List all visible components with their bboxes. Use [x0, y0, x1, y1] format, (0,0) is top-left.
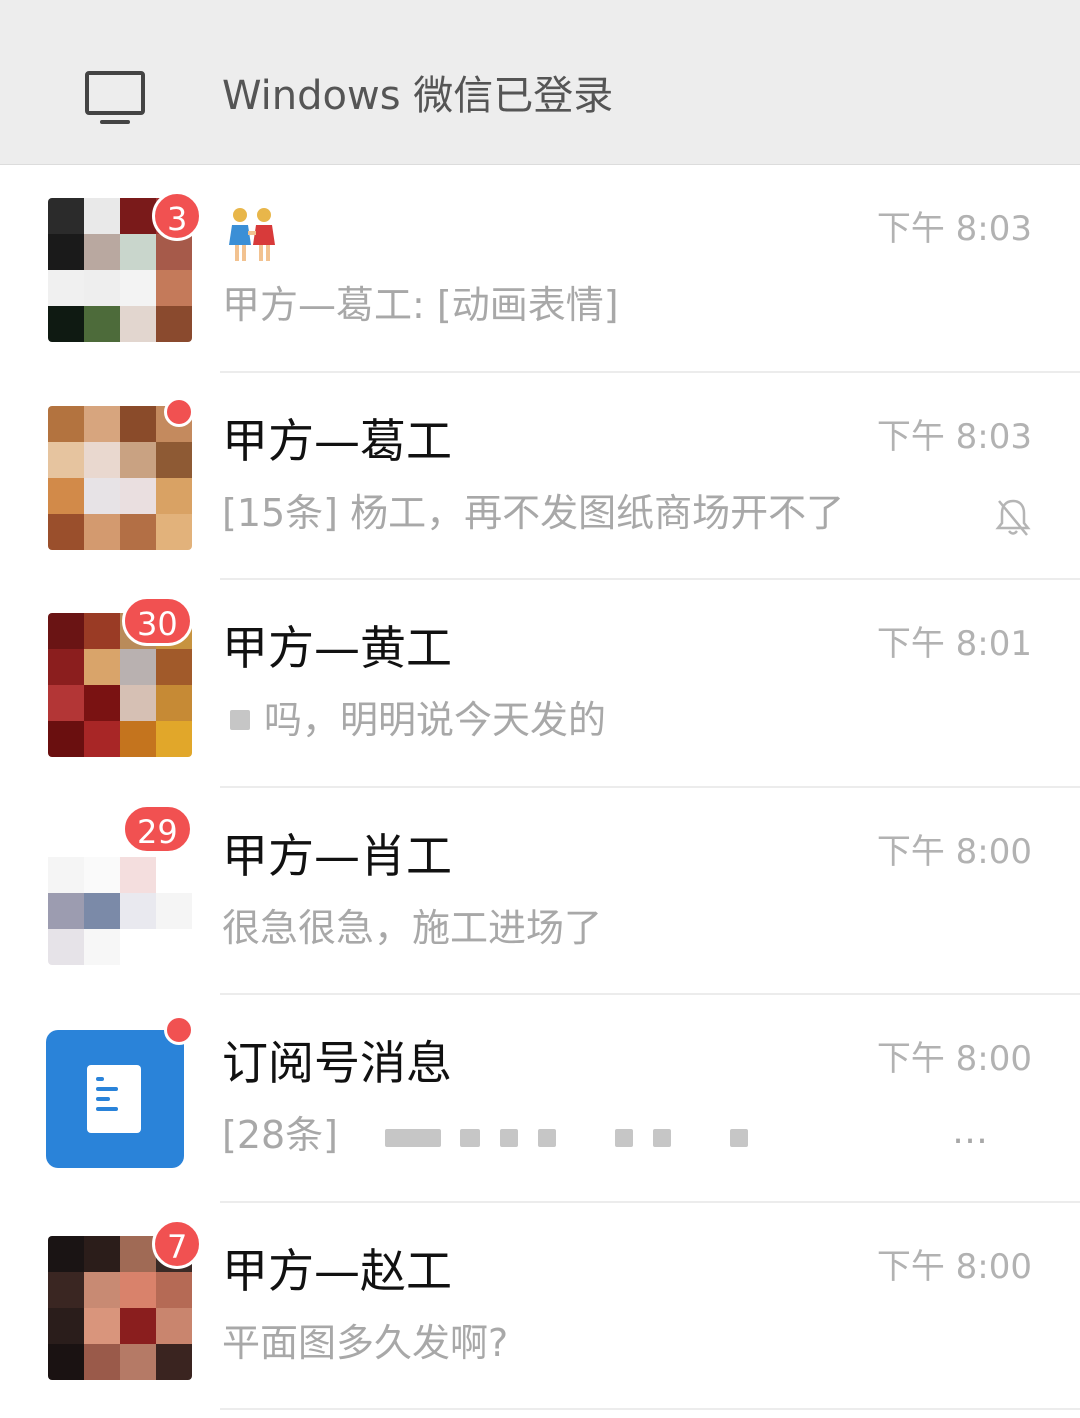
document-icon — [87, 1065, 141, 1133]
two-women-holding-hands-icon — [229, 208, 275, 261]
subscription-avatar — [46, 1030, 184, 1168]
chat-item[interactable]: 7 甲方—赵工 下午 8:00 平面图多久发啊? — [0, 1203, 1080, 1410]
chat-name: 订阅号消息 — [222, 1036, 452, 1090]
unread-dot — [164, 1015, 194, 1045]
chat-name: 甲方—葛工 — [222, 413, 452, 468]
chat-preview: 吗，明明说今天发的 — [264, 698, 607, 742]
redaction-block — [230, 710, 250, 730]
chat-name: 甲方—黄工 — [222, 621, 452, 675]
chat-time: 下午 8:03 — [876, 209, 1032, 249]
chat-preview: 很急很急，施工进场了 — [222, 905, 603, 950]
chat-preview: 平面图多久发啊? — [222, 1320, 509, 1365]
windows-login-banner[interactable]: Windows 微信已登录 — [0, 0, 1080, 165]
redaction-block — [730, 1129, 748, 1147]
chat-time: 下午 8:00 — [876, 1039, 1032, 1079]
chat-item[interactable]: 甲方—葛工 下午 8:03 [15条] 杨工，再不发图纸商场开不了 — [0, 373, 1080, 580]
preview-ellipsis: … — [952, 1111, 990, 1152]
login-status-text: Windows 微信已登录 — [222, 73, 614, 119]
avatar — [48, 405, 192, 550]
chat-preview: [15条] 杨工，再不发图纸商场开不了 — [222, 490, 845, 535]
redaction-block — [460, 1129, 480, 1147]
unread-badge: 29 — [122, 803, 193, 854]
unread-dot — [164, 396, 194, 427]
muted-bell-icon — [995, 499, 1031, 536]
chat-item[interactable]: 29 甲方—肖工 下午 8:00 很急很急，施工进场了 — [0, 788, 1080, 995]
monitor-icon — [85, 71, 145, 124]
redaction-block — [538, 1129, 556, 1147]
chat-time: 下午 8:01 — [876, 624, 1032, 664]
unread-badge: 30 — [122, 596, 193, 646]
chat-item[interactable]: 订阅号消息 下午 8:00 [28条] … — [0, 995, 1080, 1203]
divider — [220, 1408, 1080, 1410]
chat-preview: 甲方—葛工: [动画表情] — [222, 283, 619, 327]
redaction-block — [653, 1129, 671, 1147]
unread-badge: 7 — [152, 1218, 203, 1269]
chat-item[interactable]: 3 下午 8:03 甲方—葛工: [动画表情] — [0, 165, 1080, 373]
redaction-block — [615, 1129, 633, 1147]
chat-item[interactable]: 30 甲方—黄工 下午 8:01 吗，明明说今天发的 — [0, 580, 1080, 788]
chat-time: 下午 8:00 — [876, 1246, 1032, 1287]
chat-time: 下午 8:03 — [876, 416, 1032, 457]
chat-name: 甲方—赵工 — [222, 1243, 452, 1298]
chat-list: 3 下午 8:03 甲方—葛工: [动画表情] 甲方—葛工 下午 8:03 [1… — [0, 165, 1080, 1410]
chat-preview: [28条] — [222, 1113, 339, 1157]
chat-name: 甲方—肖工 — [222, 828, 452, 883]
redaction-block — [500, 1129, 518, 1147]
chat-time: 下午 8:00 — [876, 831, 1032, 872]
unread-badge: 3 — [152, 191, 203, 241]
redaction-block — [385, 1129, 441, 1147]
